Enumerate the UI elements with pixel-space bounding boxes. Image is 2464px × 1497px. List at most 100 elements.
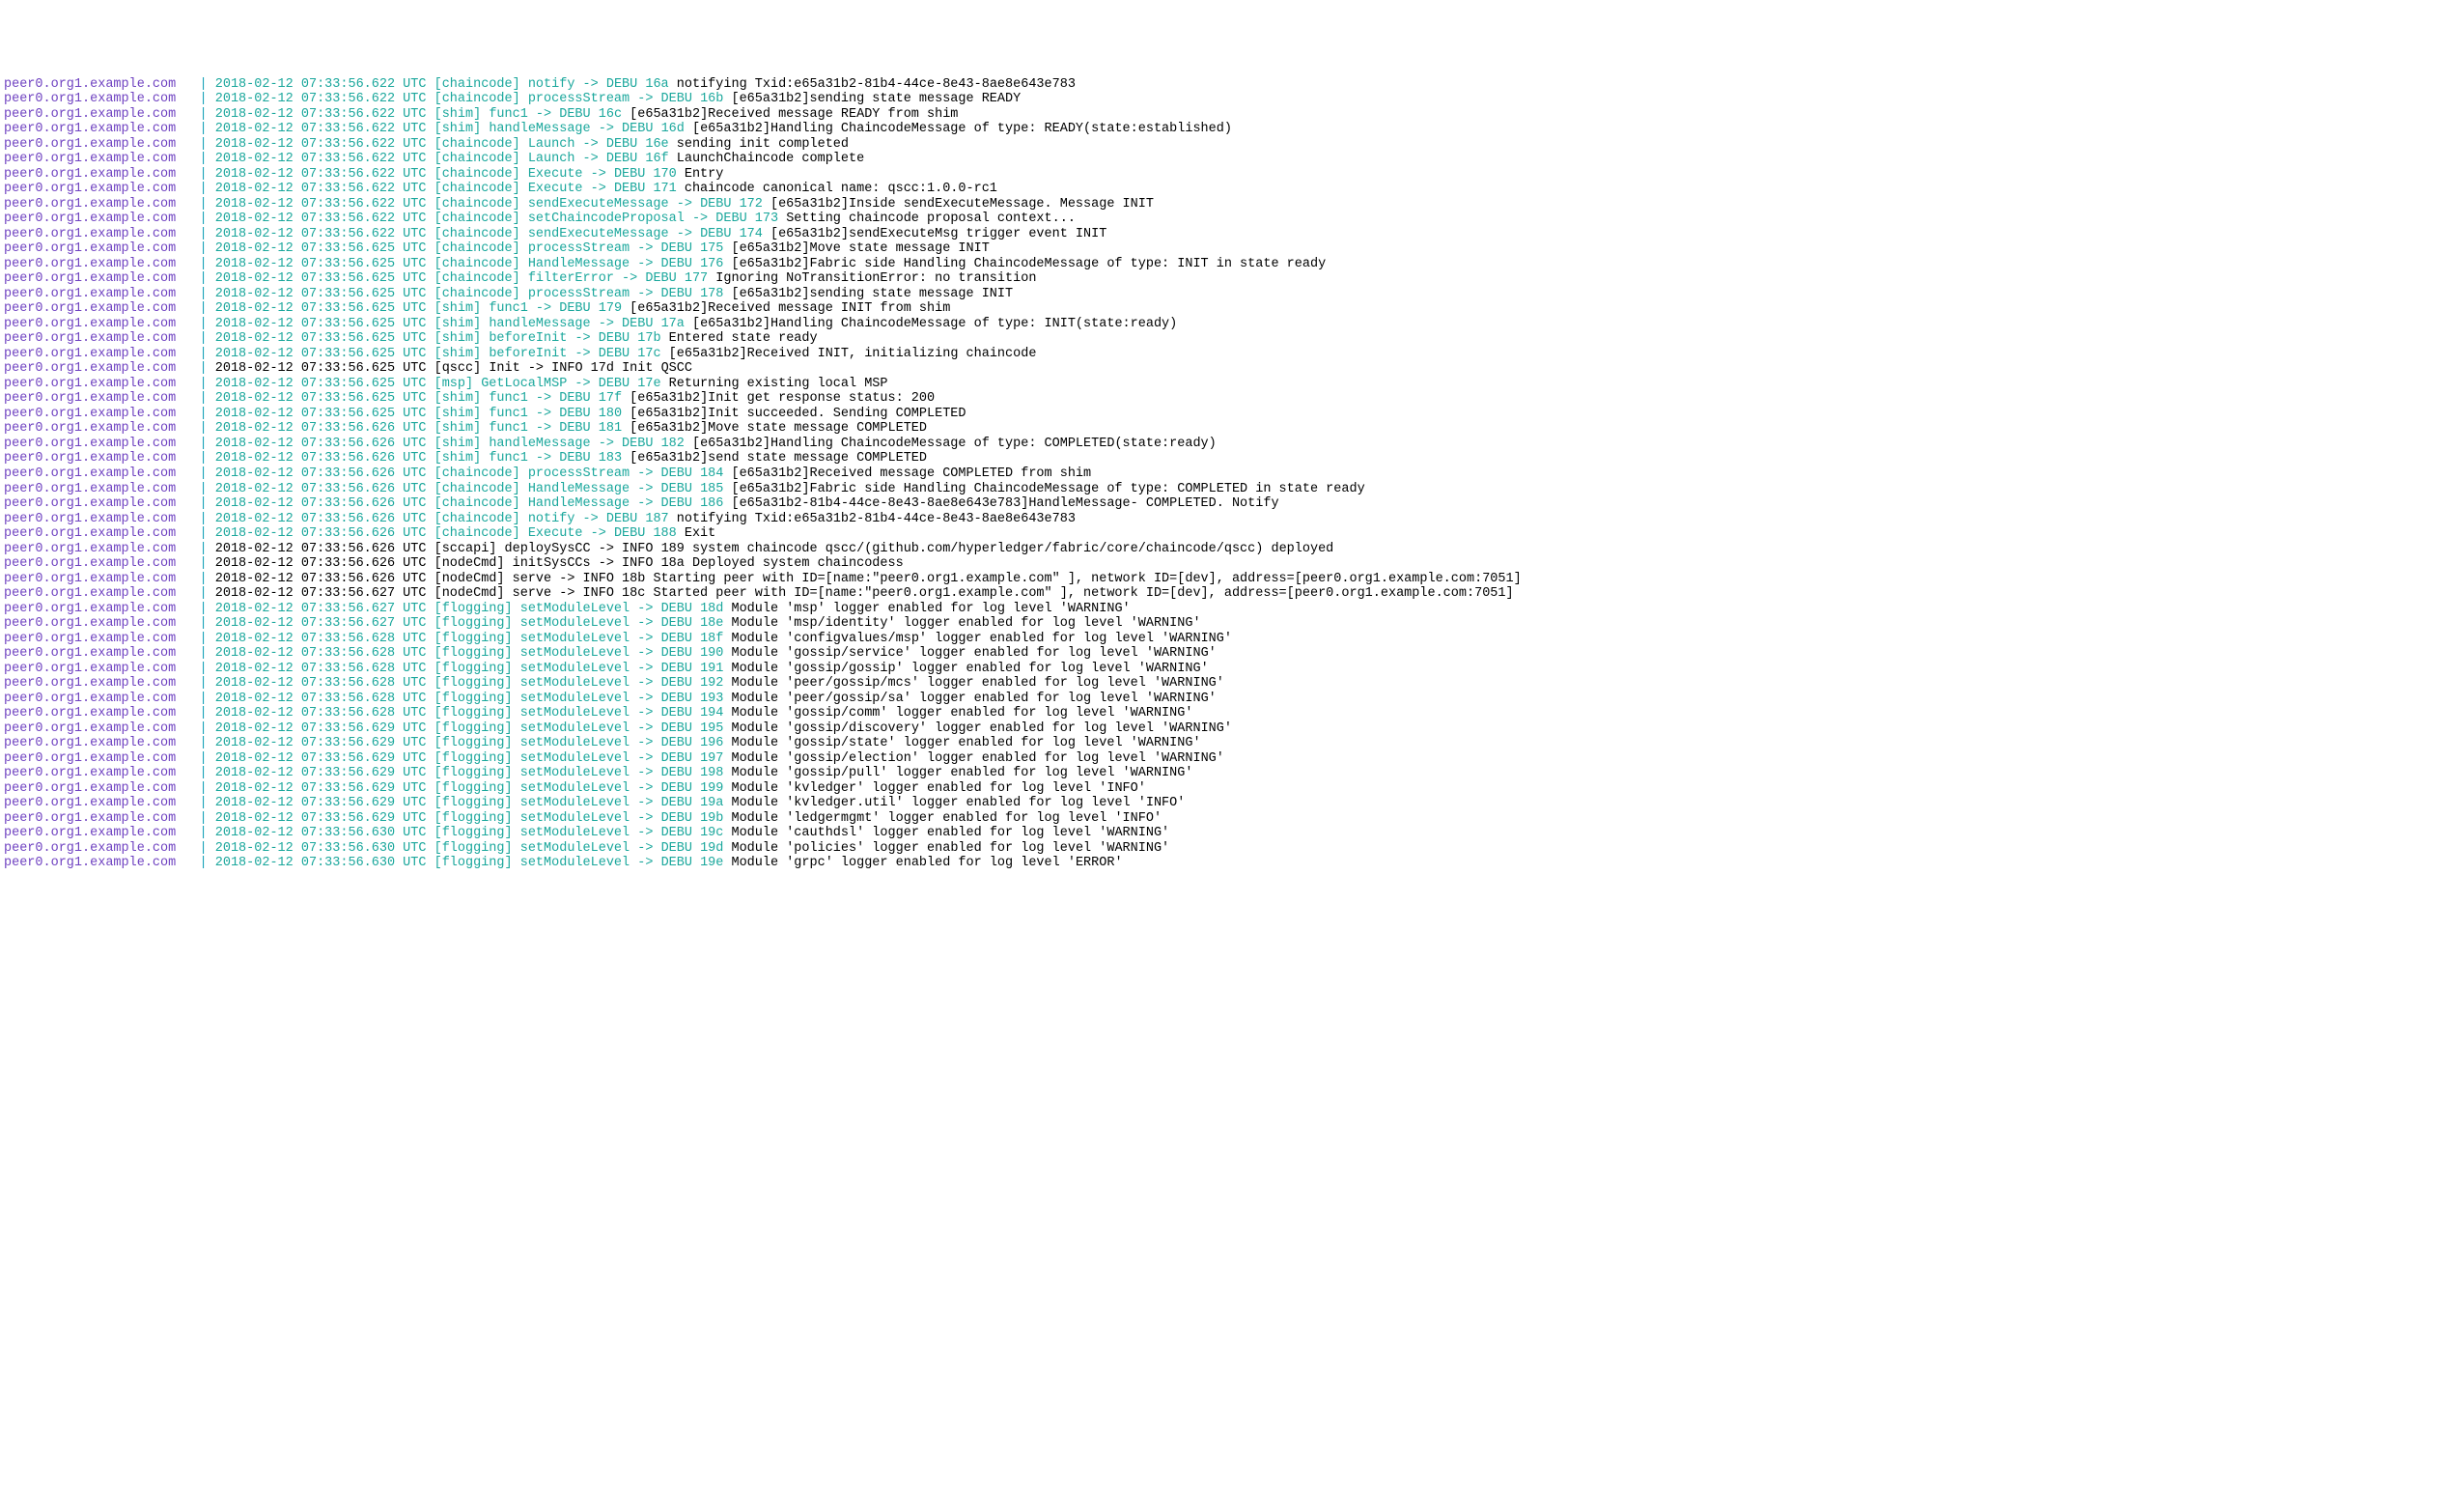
log-host: peer0.org1.example.com — [4, 676, 200, 691]
log-line[interactable]: peer0.org1.example.com | 2018-02-12 07:3… — [4, 736, 2460, 751]
log-line[interactable]: peer0.org1.example.com | 2018-02-12 07:3… — [4, 662, 2460, 677]
log-line[interactable]: peer0.org1.example.com | 2018-02-12 07:3… — [4, 197, 2460, 212]
log-host: peer0.org1.example.com — [4, 122, 200, 136]
log-module: [nodeCmd] — [434, 572, 513, 586]
log-line[interactable]: peer0.org1.example.com | 2018-02-12 07:3… — [4, 451, 2460, 466]
log-line[interactable]: peer0.org1.example.com | 2018-02-12 07:3… — [4, 212, 2460, 227]
log-line[interactable]: peer0.org1.example.com | 2018-02-12 07:3… — [4, 512, 2460, 527]
log-line[interactable]: peer0.org1.example.com | 2018-02-12 07:3… — [4, 347, 2460, 362]
log-line[interactable]: peer0.org1.example.com | 2018-02-12 07:3… — [4, 466, 2460, 482]
log-function: func1 — [489, 391, 536, 406]
log-separator: | — [200, 781, 215, 796]
log-line[interactable]: peer0.org1.example.com | 2018-02-12 07:3… — [4, 676, 2460, 692]
log-line[interactable]: peer0.org1.example.com | 2018-02-12 07:3… — [4, 496, 2460, 512]
log-timestamp: 2018-02-12 07:33:56.628 UTC — [215, 676, 434, 691]
log-message: [e65a31b2]Received INIT, initializing ch… — [669, 347, 1037, 361]
log-line[interactable]: peer0.org1.example.com | 2018-02-12 07:3… — [4, 856, 2460, 871]
log-line[interactable]: peer0.org1.example.com | 2018-02-12 07:3… — [4, 182, 2460, 197]
log-host: peer0.org1.example.com — [4, 241, 200, 256]
log-line[interactable]: peer0.org1.example.com | 2018-02-12 07:3… — [4, 751, 2460, 767]
log-line[interactable]: peer0.org1.example.com | 2018-02-12 07:3… — [4, 107, 2460, 123]
log-level: DEBU — [661, 826, 701, 840]
log-line[interactable]: peer0.org1.example.com | 2018-02-12 07:3… — [4, 421, 2460, 437]
log-line[interactable]: peer0.org1.example.com | 2018-02-12 07:3… — [4, 766, 2460, 781]
log-line[interactable]: peer0.org1.example.com | 2018-02-12 07:3… — [4, 586, 2460, 602]
log-function: setModuleLevel — [520, 706, 638, 720]
log-sequence: 19e — [700, 856, 731, 870]
log-function: sendExecuteMessage — [528, 227, 677, 241]
log-separator: | — [200, 572, 215, 586]
log-line[interactable]: peer0.org1.example.com | 2018-02-12 07:3… — [4, 257, 2460, 272]
log-message: [e65a31b2]Init succeeded. Sending COMPLE… — [630, 407, 966, 421]
log-level: DEBU — [622, 317, 661, 331]
log-level: DEBU — [661, 646, 701, 661]
log-line[interactable]: peer0.org1.example.com | 2018-02-12 07:3… — [4, 692, 2460, 707]
log-sequence: 16b — [700, 92, 731, 106]
log-line[interactable]: peer0.org1.example.com | 2018-02-12 07:3… — [4, 482, 2460, 497]
log-level: DEBU — [661, 602, 701, 616]
log-line[interactable]: peer0.org1.example.com | 2018-02-12 07:3… — [4, 542, 2460, 557]
log-function: setModuleLevel — [520, 662, 638, 676]
log-line[interactable]: peer0.org1.example.com | 2018-02-12 07:3… — [4, 572, 2460, 587]
log-line[interactable]: peer0.org1.example.com | 2018-02-12 07:3… — [4, 616, 2460, 632]
log-line[interactable]: peer0.org1.example.com | 2018-02-12 07:3… — [4, 241, 2460, 257]
log-line[interactable]: peer0.org1.example.com | 2018-02-12 07:3… — [4, 92, 2460, 107]
log-line[interactable]: peer0.org1.example.com | 2018-02-12 07:3… — [4, 811, 2460, 827]
log-line[interactable]: peer0.org1.example.com | 2018-02-12 07:3… — [4, 361, 2460, 377]
log-host: peer0.org1.example.com — [4, 796, 200, 810]
log-line[interactable]: peer0.org1.example.com | 2018-02-12 07:3… — [4, 331, 2460, 347]
log-line[interactable]: peer0.org1.example.com | 2018-02-12 07:3… — [4, 526, 2460, 542]
log-message: Module 'grpc' logger enabled for log lev… — [731, 856, 1122, 870]
log-message: [e65a31b2]Init get response status: 200 — [630, 391, 935, 406]
log-sequence: 173 — [755, 212, 786, 226]
log-line[interactable]: peer0.org1.example.com | 2018-02-12 07:3… — [4, 152, 2460, 167]
log-function: deploySysCC — [505, 542, 599, 556]
log-line[interactable]: peer0.org1.example.com | 2018-02-12 07:3… — [4, 391, 2460, 407]
arrow-icon: -> — [599, 317, 622, 331]
log-module: [shim] — [434, 451, 490, 466]
log-line[interactable]: peer0.org1.example.com | 2018-02-12 07:3… — [4, 122, 2460, 137]
log-line[interactable]: peer0.org1.example.com | 2018-02-12 07:3… — [4, 137, 2460, 153]
log-line[interactable]: peer0.org1.example.com | 2018-02-12 07:3… — [4, 556, 2460, 572]
log-line[interactable]: peer0.org1.example.com | 2018-02-12 07:3… — [4, 602, 2460, 617]
log-line[interactable]: peer0.org1.example.com | 2018-02-12 07:3… — [4, 377, 2460, 392]
log-line[interactable]: peer0.org1.example.com | 2018-02-12 07:3… — [4, 271, 2460, 287]
log-line[interactable]: peer0.org1.example.com | 2018-02-12 07:3… — [4, 841, 2460, 857]
log-separator: | — [200, 167, 215, 182]
log-module: [nodeCmd] — [434, 556, 513, 571]
log-host: peer0.org1.example.com — [4, 287, 200, 301]
log-separator: | — [200, 317, 215, 331]
log-message: [e65a31b2]send state message COMPLETED — [630, 451, 927, 466]
log-message: [e65a31b2]Received message READY from sh… — [630, 107, 958, 122]
log-line[interactable]: peer0.org1.example.com | 2018-02-12 07:3… — [4, 646, 2460, 662]
log-timestamp: 2018-02-12 07:33:56.628 UTC — [215, 706, 434, 720]
log-line[interactable]: peer0.org1.example.com | 2018-02-12 07:3… — [4, 227, 2460, 242]
log-line[interactable]: peer0.org1.example.com | 2018-02-12 07:3… — [4, 77, 2460, 93]
log-line[interactable]: peer0.org1.example.com | 2018-02-12 07:3… — [4, 706, 2460, 721]
log-host: peer0.org1.example.com — [4, 197, 200, 212]
log-level: DEBU — [661, 811, 701, 826]
log-line[interactable]: peer0.org1.example.com | 2018-02-12 07:3… — [4, 437, 2460, 452]
log-line[interactable]: peer0.org1.example.com | 2018-02-12 07:3… — [4, 287, 2460, 302]
log-line[interactable]: peer0.org1.example.com | 2018-02-12 07:3… — [4, 796, 2460, 811]
log-line[interactable]: peer0.org1.example.com | 2018-02-12 07:3… — [4, 167, 2460, 183]
log-line[interactable]: peer0.org1.example.com | 2018-02-12 07:3… — [4, 781, 2460, 797]
log-line[interactable]: peer0.org1.example.com | 2018-02-12 07:3… — [4, 632, 2460, 647]
log-sequence: 19d — [700, 841, 731, 856]
log-output[interactable]: peer0.org1.example.com | 2018-02-12 07:3… — [0, 75, 2464, 873]
log-line[interactable]: peer0.org1.example.com | 2018-02-12 07:3… — [4, 317, 2460, 332]
log-message: Module 'msp' logger enabled for log leve… — [731, 602, 1130, 616]
log-line[interactable]: peer0.org1.example.com | 2018-02-12 07:3… — [4, 301, 2460, 317]
log-separator: | — [200, 496, 215, 511]
log-level: DEBU — [559, 407, 599, 421]
log-line[interactable]: peer0.org1.example.com | 2018-02-12 07:3… — [4, 826, 2460, 841]
log-level: INFO — [622, 542, 661, 556]
log-function: Launch — [528, 137, 583, 152]
log-line[interactable]: peer0.org1.example.com | 2018-02-12 07:3… — [4, 407, 2460, 422]
log-separator: | — [200, 721, 215, 736]
log-line[interactable]: peer0.org1.example.com | 2018-02-12 07:3… — [4, 721, 2460, 737]
log-sequence: 18d — [700, 602, 731, 616]
log-function: beforeInit — [489, 331, 574, 346]
log-module: [flogging] — [434, 692, 520, 706]
log-host: peer0.org1.example.com — [4, 212, 200, 226]
